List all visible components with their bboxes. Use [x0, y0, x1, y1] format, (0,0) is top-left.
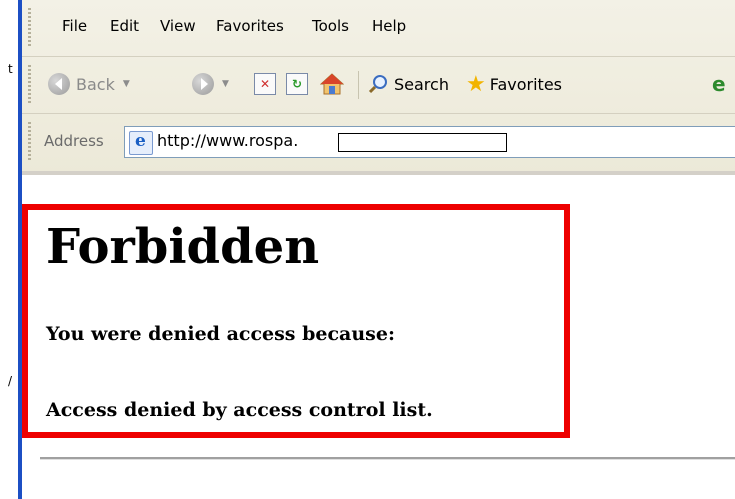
back-button[interactable]: Back ▼	[48, 69, 130, 99]
home-icon	[320, 73, 344, 95]
search-label: Search	[394, 74, 449, 94]
favorites-button[interactable]: ★ Favorites	[466, 69, 562, 99]
chevron-down-icon: ▼	[122, 79, 130, 89]
refresh-button[interactable]: ↻	[286, 69, 308, 99]
page-icon	[129, 131, 153, 155]
favorites-label: Favorites	[489, 74, 563, 94]
media-icon: e	[712, 72, 726, 96]
search-icon	[368, 75, 387, 94]
chevron-down-icon: ▼	[222, 79, 229, 89]
menu-view[interactable]: View	[160, 17, 196, 35]
forward-arrow-icon	[192, 73, 214, 95]
favorites-star-icon: ★	[466, 71, 486, 97]
stop-icon: ✕	[254, 73, 276, 95]
menu-tools[interactable]: Tools	[312, 17, 349, 35]
forward-button[interactable]: ▼	[192, 69, 229, 99]
address-label: Address	[44, 132, 104, 150]
address-url: http://www.rospa.	[157, 131, 299, 150]
menu-edit[interactable]: Edit	[110, 17, 139, 35]
menu-bar: File Edit View Favorites Tools Help	[22, 0, 735, 57]
stop-button[interactable]: ✕	[254, 69, 276, 99]
address-input[interactable]: http://www.rospa.	[124, 126, 735, 158]
back-label: Back	[76, 74, 115, 94]
menu-favorites[interactable]: Favorites	[216, 17, 284, 35]
horizontal-rule	[40, 457, 735, 460]
menubar-grip[interactable]	[28, 8, 31, 48]
addressbar-grip[interactable]	[28, 122, 31, 162]
toolbar-separator	[358, 71, 359, 99]
standard-toolbar: Back ▼ ▼ ✕ ↻ Search ★ Favorites e	[22, 57, 735, 114]
reason-text: Access denied by access control list.	[46, 399, 433, 421]
background-text-fragment: /	[8, 374, 13, 388]
background-text-fragment: t	[8, 62, 13, 76]
back-arrow-icon	[48, 73, 70, 95]
redaction-box	[338, 133, 507, 152]
page-content: Forbidden You were denied access because…	[22, 175, 735, 499]
background-window: t /	[0, 0, 18, 499]
reason-intro-text: You were denied access because:	[46, 323, 395, 345]
home-button[interactable]	[320, 69, 344, 99]
menu-file[interactable]: File	[62, 17, 87, 35]
toolbar-grip[interactable]	[28, 65, 31, 105]
page-heading: Forbidden	[46, 219, 320, 275]
search-button[interactable]: Search	[368, 69, 449, 99]
address-bar: Address http://www.rospa.	[22, 114, 735, 170]
media-button[interactable]: e	[712, 69, 726, 99]
refresh-icon: ↻	[286, 73, 308, 95]
menu-help[interactable]: Help	[372, 17, 406, 35]
browser-chrome: File Edit View Favorites Tools Help Back…	[22, 0, 735, 175]
